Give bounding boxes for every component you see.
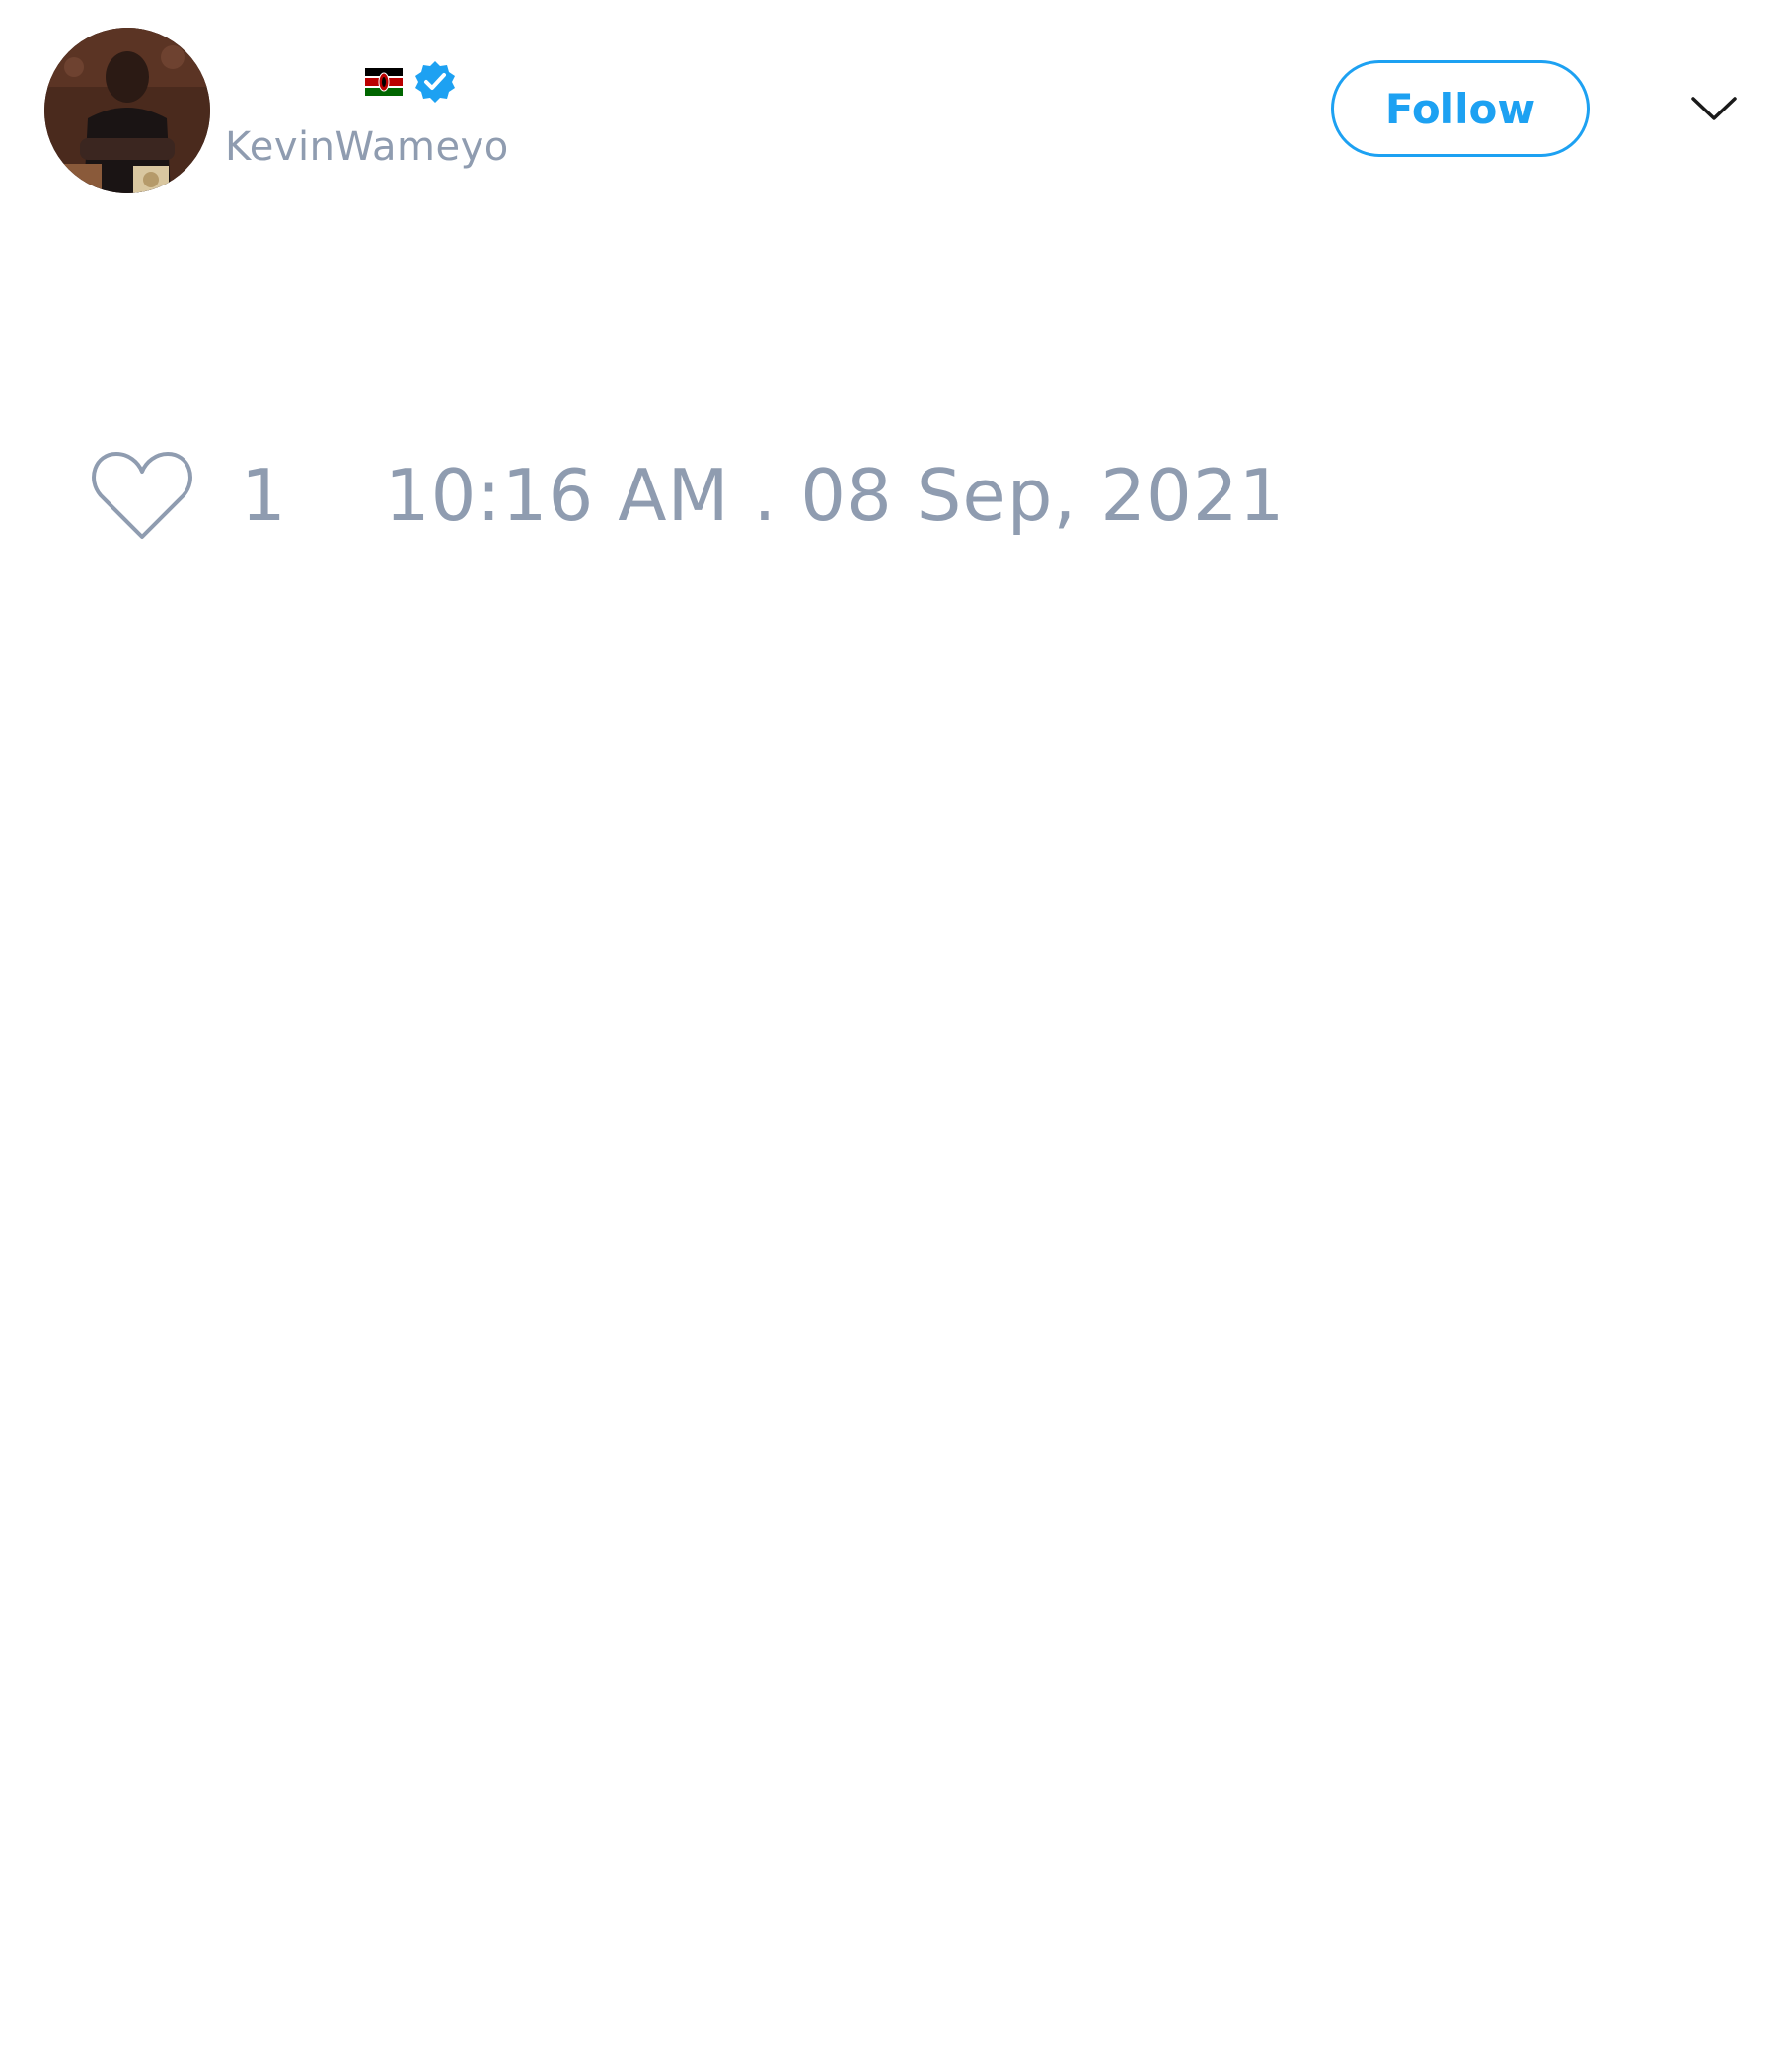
like-count: 1 [241,454,286,537]
tweet-timestamp[interactable]: 10:16 AM . 08 Sep, 2021 [385,454,1286,537]
kenya-flag-icon [365,68,403,96]
avatar[interactable] [44,28,210,193]
follow-button[interactable]: Follow [1331,60,1590,157]
profile-photo [44,28,210,193]
tweet-card: KevinWameyo Follow 1 10:16 AM . 08 Sep, … [0,0,1776,2072]
heart-icon [92,452,192,539]
chevron-down-icon [1691,97,1737,120]
engagement-row: 1 10:16 AM . 08 Sep, 2021 [89,446,1285,545]
author-handle[interactable]: KevinWameyo [225,124,509,170]
verified-badge-icon [415,61,455,103]
more-options-button[interactable] [1689,89,1739,128]
author-name-row [365,57,458,107]
like-button[interactable] [89,448,195,543]
